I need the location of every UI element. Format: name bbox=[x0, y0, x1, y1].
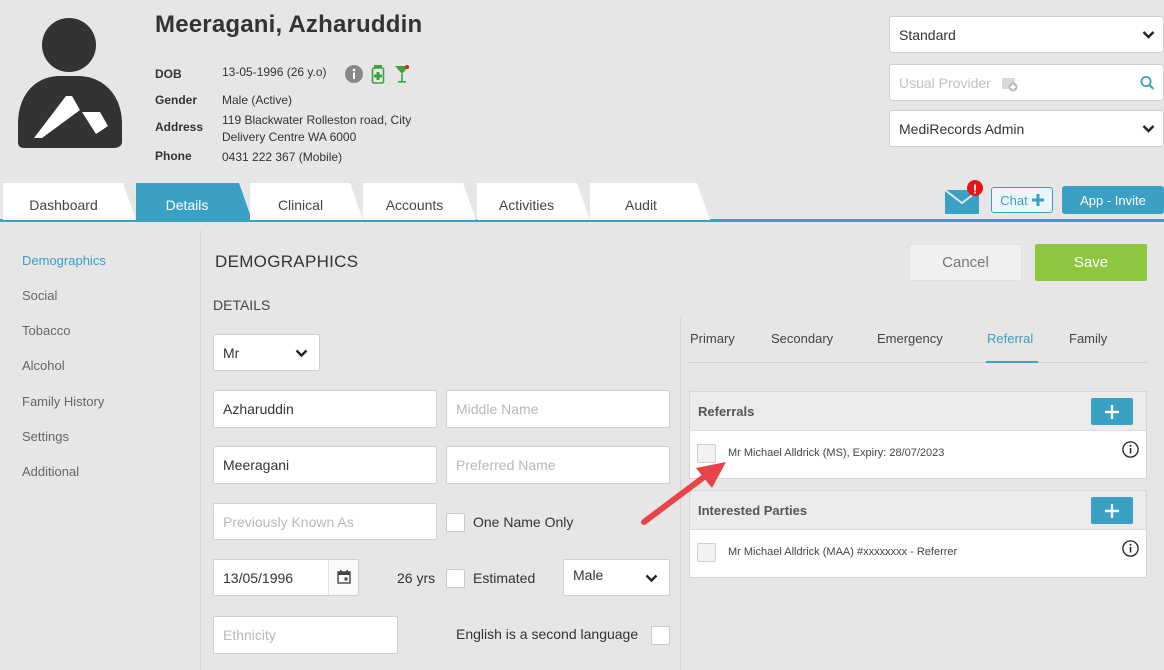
english-second-language-checkbox[interactable] bbox=[651, 626, 670, 645]
cancel-button[interactable]: Cancel bbox=[909, 244, 1022, 281]
list-item: Mr Michael Alldrick (MAA) #xxxxxxxx - Re… bbox=[690, 530, 1146, 577]
alcohol-icon[interactable] bbox=[393, 64, 411, 84]
estimated-label: Estimated bbox=[473, 570, 536, 586]
title-value: Mr bbox=[223, 344, 240, 361]
previously-known-as-field[interactable]: Previously Known As bbox=[213, 503, 437, 540]
dob-field-value: 13/05/1996 bbox=[223, 569, 294, 586]
search-icon[interactable] bbox=[1140, 75, 1155, 90]
chevron-down-icon bbox=[1142, 124, 1155, 133]
chat-label: Chat bbox=[1000, 192, 1028, 208]
referrals-card: Referrals Mr Michael Alldrick (MS), Expi… bbox=[689, 391, 1147, 479]
tab-label: Details bbox=[165, 196, 209, 213]
sidebar-item-demographics[interactable]: Demographics bbox=[22, 253, 106, 268]
mail-alert-badge: ! bbox=[973, 182, 977, 197]
one-name-only-label: One Name Only bbox=[473, 514, 574, 530]
tab-emergency[interactable]: Emergency bbox=[877, 331, 943, 346]
chevron-down-icon bbox=[645, 574, 658, 583]
practice-select[interactable]: MediRecords Admin bbox=[889, 110, 1164, 147]
page-title: DEMOGRAPHICS bbox=[215, 252, 359, 271]
tab-label: Clinical bbox=[277, 196, 324, 213]
first-name-field[interactable]: Azharuddin bbox=[213, 390, 437, 428]
interested-party-text: Mr Michael Alldrick (MAA) #xxxxxxxx - Re… bbox=[728, 546, 958, 558]
patient-avatar-icon bbox=[18, 18, 122, 148]
address-line-2: Delivery Centre WA 6000 bbox=[222, 130, 357, 144]
mail-icon[interactable]: ! bbox=[944, 180, 988, 216]
save-button[interactable]: Save bbox=[1035, 244, 1147, 281]
chevron-down-icon bbox=[295, 349, 308, 358]
app-invite-button[interactable]: App - Invite bbox=[1062, 186, 1164, 214]
estimated-checkbox[interactable] bbox=[446, 569, 465, 588]
referrals-header: Referrals bbox=[690, 392, 1146, 431]
add-referral-button[interactable] bbox=[1091, 398, 1133, 425]
english-second-language-label: English is a second language bbox=[456, 626, 639, 642]
gender-value: Male (Active) bbox=[222, 93, 293, 107]
title-select[interactable]: Mr bbox=[213, 334, 320, 371]
middle-name-field[interactable]: Middle Name bbox=[446, 390, 670, 428]
referral-text: Mr Michael Alldrick (MS), Expiry: 28/07/… bbox=[728, 447, 945, 459]
active-tab-underline bbox=[986, 361, 1038, 363]
tab-referral[interactable]: Referral bbox=[987, 331, 1033, 346]
chevron-down-icon bbox=[1142, 30, 1155, 39]
sex-select[interactable]: Male bbox=[563, 559, 670, 596]
info-icon[interactable] bbox=[1122, 441, 1139, 458]
sex-value: Male bbox=[573, 566, 604, 583]
dob-value: 13-05-1996 (26 y.o) bbox=[222, 65, 327, 79]
contact-tabs-divider bbox=[689, 362, 1147, 363]
address-label: Address bbox=[155, 120, 204, 134]
phone-value: 0431 222 367 (Mobile) bbox=[222, 150, 343, 164]
add-interested-party-button[interactable] bbox=[1091, 497, 1133, 524]
sidebar-item-tobacco[interactable]: Tobacco bbox=[22, 323, 70, 338]
gender-label: Gender bbox=[155, 93, 198, 107]
one-name-only-checkbox[interactable] bbox=[446, 513, 465, 532]
dob-field[interactable]: 13/05/1996 bbox=[213, 559, 359, 596]
medication-icon[interactable] bbox=[371, 64, 385, 84]
chat-button[interactable]: Chat bbox=[991, 187, 1053, 213]
sidebar-item-social[interactable]: Social bbox=[22, 288, 57, 303]
tab-audit[interactable]: Audit bbox=[590, 183, 710, 220]
interested-party-checkbox[interactable] bbox=[697, 543, 716, 562]
list-item: Mr Michael Alldrick (MS), Expiry: 28/07/… bbox=[690, 431, 1146, 478]
interested-parties-header: Interested Parties bbox=[690, 491, 1146, 530]
section-title: DETAILS bbox=[213, 297, 271, 313]
tab-clinical[interactable]: Clinical bbox=[250, 183, 363, 220]
interested-parties-card: Interested Parties Mr Michael Alldrick (… bbox=[689, 490, 1147, 578]
sidebar-item-settings[interactable]: Settings bbox=[22, 429, 69, 444]
annotation-arrow bbox=[641, 462, 726, 525]
tab-label: Audit bbox=[625, 196, 657, 213]
plus-icon bbox=[1105, 503, 1119, 518]
patient-type-value: Standard bbox=[899, 26, 956, 43]
tab-activities[interactable]: Activities bbox=[477, 183, 590, 220]
tab-accounts[interactable]: Accounts bbox=[363, 183, 476, 220]
calendar-icon bbox=[337, 570, 351, 584]
tab-label: Activities bbox=[498, 196, 555, 213]
calendar-button[interactable] bbox=[328, 560, 358, 595]
provider-card-icon bbox=[1002, 78, 1018, 92]
usual-provider-search[interactable]: Usual Provider bbox=[889, 64, 1164, 101]
referrals-title: Referrals bbox=[698, 404, 755, 419]
info-icon[interactable] bbox=[1122, 540, 1139, 557]
tab-details[interactable]: Details bbox=[136, 183, 252, 220]
dob-label: DOB bbox=[155, 67, 182, 81]
age-text: 26 yrs bbox=[397, 570, 436, 586]
tab-label: Dashboard bbox=[29, 196, 98, 213]
tab-label: Accounts bbox=[385, 196, 444, 213]
sidebar-item-additional[interactable]: Additional bbox=[22, 464, 79, 479]
last-name-field[interactable]: Meeragani bbox=[213, 446, 437, 484]
patient-name: Meeragani, Azharuddin bbox=[155, 11, 423, 38]
address-line-1: 119 Blackwater Rolleston road, City bbox=[222, 113, 412, 127]
sidebar-item-family-history[interactable]: Family History bbox=[22, 394, 104, 409]
tab-primary[interactable]: Primary bbox=[690, 331, 735, 346]
tab-secondary[interactable]: Secondary bbox=[771, 331, 833, 346]
usual-provider-placeholder: Usual Provider bbox=[899, 74, 991, 91]
ethnicity-field[interactable]: Ethnicity bbox=[213, 616, 398, 654]
sidebar-item-alcohol[interactable]: Alcohol bbox=[22, 358, 65, 373]
plus-icon bbox=[1031, 194, 1044, 206]
phone-label: Phone bbox=[155, 149, 192, 163]
tab-family[interactable]: Family bbox=[1069, 331, 1107, 346]
plus-icon bbox=[1105, 404, 1119, 419]
tab-dashboard[interactable]: Dashboard bbox=[3, 183, 136, 220]
practice-value: MediRecords Admin bbox=[899, 120, 1025, 137]
info-icon[interactable] bbox=[345, 65, 363, 83]
patient-type-select[interactable]: Standard bbox=[889, 16, 1164, 53]
